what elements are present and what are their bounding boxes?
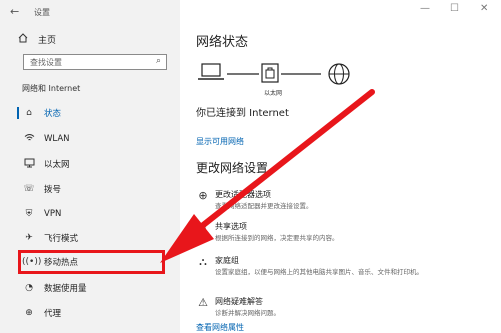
section-label: 网络和 Internet <box>22 84 81 93</box>
vpn-icon: ⛨ <box>25 209 33 219</box>
close-icon[interactable]: ✕ <box>480 3 488 14</box>
sidebar-item-label: VPN <box>44 209 62 219</box>
sidebar-item-label: 拨号 <box>44 185 62 195</box>
ethernet-label: 以太网 <box>264 90 283 97</box>
sidebar-item-airplane[interactable]: ✈ 飞行模式 <box>0 228 180 248</box>
option-desc: 查看网络适配器并更改连接设置。 <box>215 202 313 210</box>
option-desc: 诊断并解决网络问题。 <box>215 309 280 317</box>
homegroup-icon: ⛬ <box>199 255 207 268</box>
sidebar-item-data-usage[interactable]: ◔ 数据使用量 <box>0 278 180 298</box>
option-desc: 根据所连接到的网络，决定要共享的内容。 <box>215 234 339 242</box>
sidebar-item-dialup[interactable]: ☏ 拨号 <box>0 179 180 199</box>
sidebar-item-status[interactable]: ⌂ 状态 <box>0 103 180 123</box>
search-input[interactable]: 查找设置 ⌕ <box>23 54 167 70</box>
show-networks-link[interactable]: 显示可用网络 <box>196 136 244 147</box>
ethernet-port-icon <box>261 63 279 83</box>
option-title: 网络疑难解答 <box>215 297 263 306</box>
wifi-icon <box>22 133 36 145</box>
sidebar-item-label: WLAN <box>44 134 70 144</box>
option-desc: 设置家庭组，以便与网络上的其他电脑共享图片、音乐、文件和打印机。 <box>215 268 423 276</box>
change-settings-title: 更改网络设置 <box>196 161 269 175</box>
home-icon: ⌂ <box>26 108 32 118</box>
sidebar-item-label: 代理 <box>44 309 62 319</box>
data-usage-icon: ◔ <box>25 283 33 293</box>
option-title: 家庭组 <box>215 256 239 265</box>
monitor-icon <box>22 158 36 171</box>
sidebar-item-vpn[interactable]: ⛨ VPN <box>0 204 180 224</box>
sidebar-item-label: 飞行模式 <box>44 234 79 244</box>
title-bar: ← 设置 — ☐ ✕ <box>0 0 501 24</box>
home-label: 主页 <box>38 36 57 46</box>
phone-icon: ☏ <box>23 184 35 194</box>
page-title: 网络状态 <box>196 35 249 50</box>
minimize-icon[interactable]: — <box>420 3 430 14</box>
sidebar-item-wlan[interactable]: WLAN <box>0 129 180 149</box>
maximize-icon[interactable]: ☐ <box>450 3 459 14</box>
adapter-icon: ⊕ <box>198 189 208 202</box>
option-title: 共享选项 <box>215 222 247 231</box>
globe-icon <box>328 63 350 85</box>
home-icon <box>18 33 28 46</box>
back-arrow-icon[interactable]: ← <box>10 5 19 18</box>
sidebar-item-label: 状态 <box>44 109 62 119</box>
search-placeholder: 查找设置 <box>30 58 62 67</box>
sidebar-home[interactable]: 主页 <box>18 33 56 46</box>
warning-icon: ⚠ <box>198 296 208 309</box>
sidebar-item-proxy[interactable]: ⊕ 代理 <box>0 303 180 323</box>
search-icon: ⌕ <box>155 56 161 66</box>
globe-icon: ⊕ <box>25 308 33 318</box>
laptop-icon <box>198 63 224 80</box>
connection-status: 你已连接到 Internet <box>196 108 289 119</box>
sidebar-item-ethernet[interactable]: 以太网 <box>0 154 180 174</box>
sidebar-item-label: 数据使用量 <box>44 284 87 294</box>
hotspot-highlight-box <box>18 250 165 274</box>
option-title: 更改适配器选项 <box>215 190 271 199</box>
window-title: 设置 <box>34 8 50 17</box>
airplane-icon: ✈ <box>25 233 33 243</box>
view-properties-link[interactable]: 查看网络属性 <box>196 322 244 333</box>
sidebar-item-label: 以太网 <box>44 160 70 170</box>
share-icon: ⍟ <box>199 221 207 234</box>
